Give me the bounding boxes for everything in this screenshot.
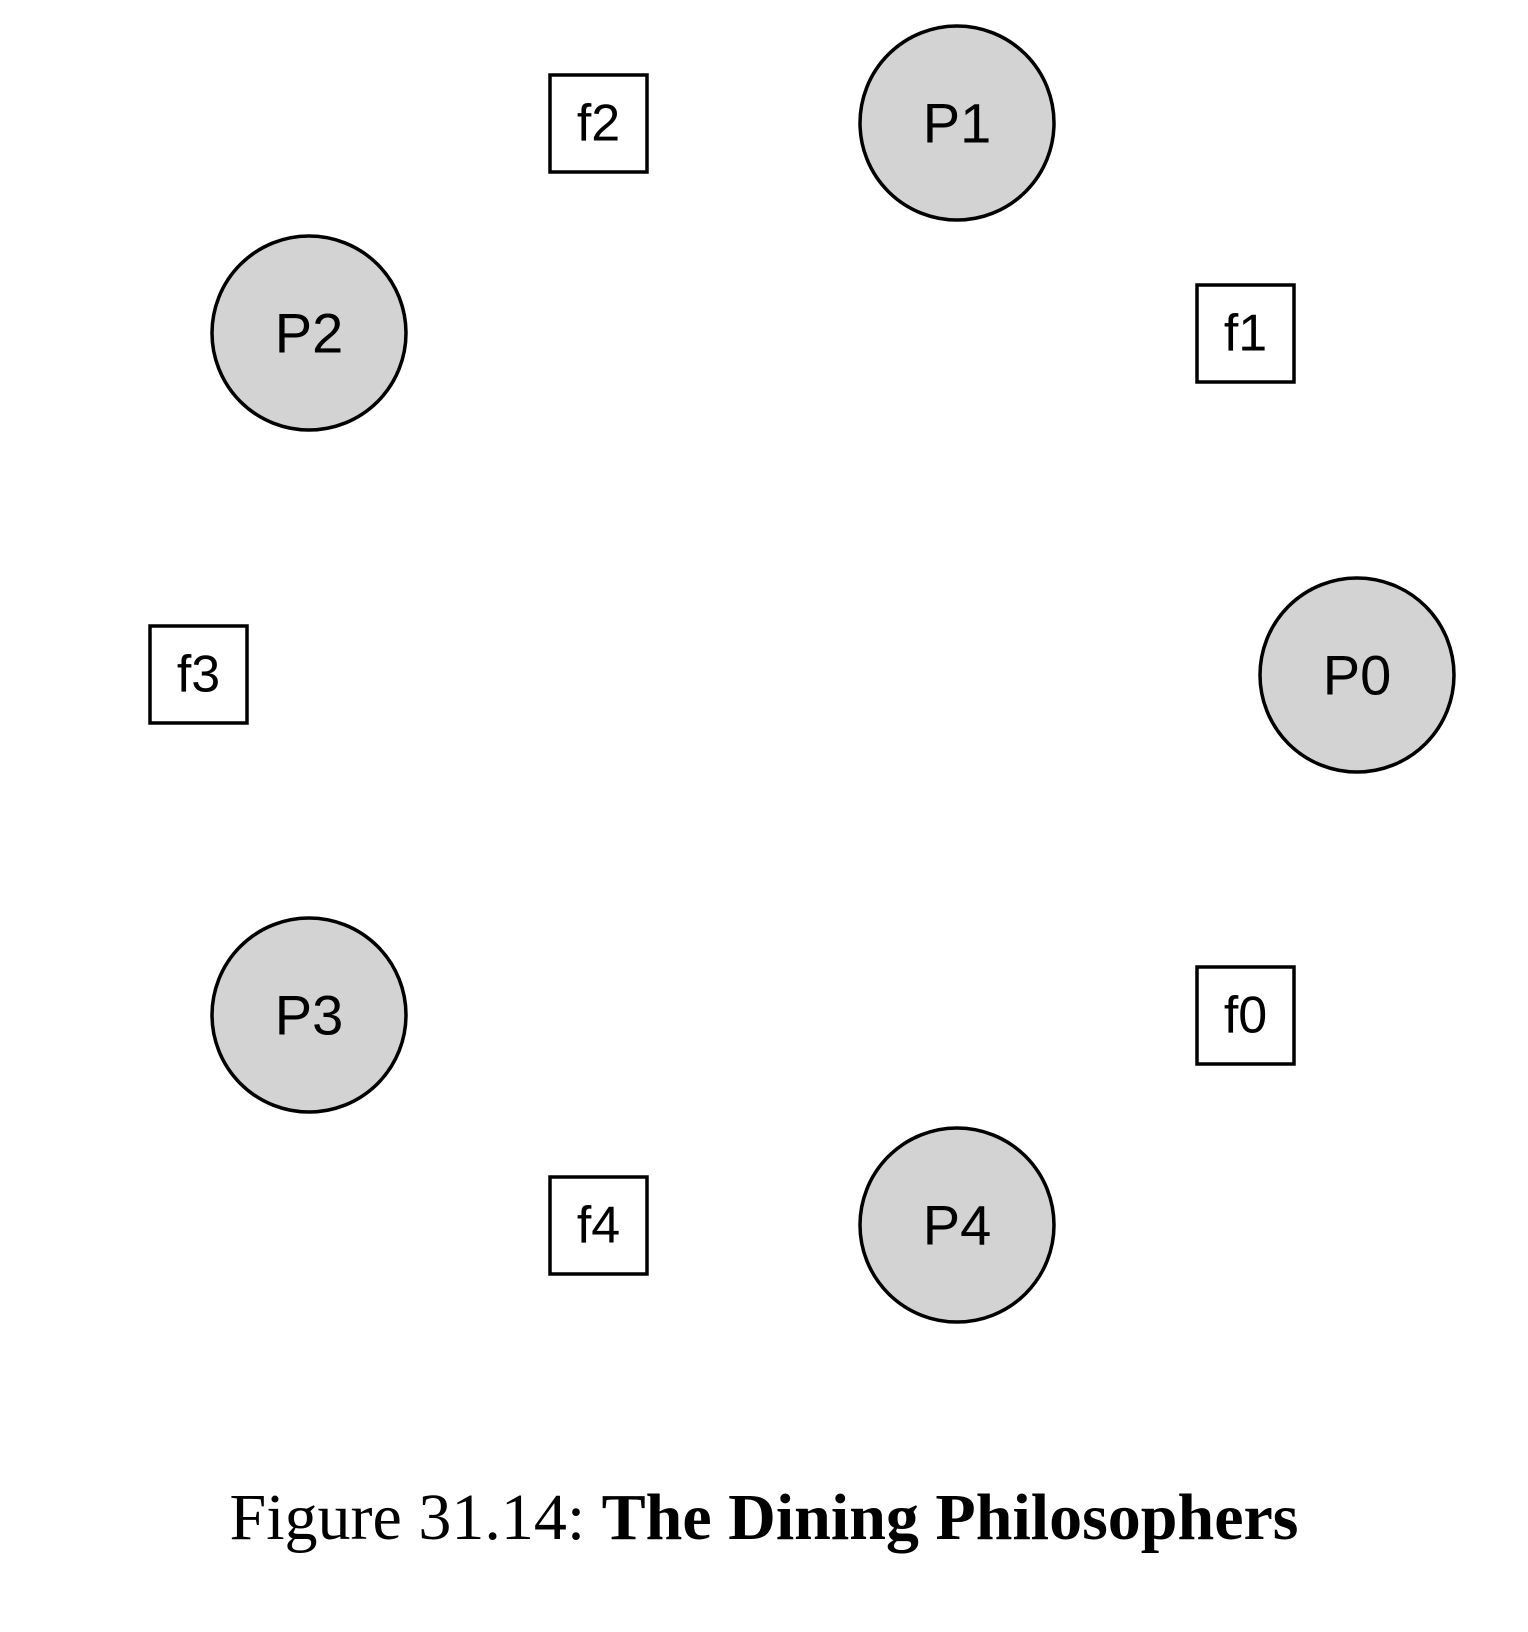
fork-f2: f2 — [548, 73, 649, 174]
fork-f1-label: f1 — [1224, 305, 1267, 363]
dining-philosophers-diagram: P0 P1 P2 P3 P4 f0 f1 f2 f3 f4 — [148, 24, 1456, 1324]
philosopher-p4-label: P4 — [923, 1194, 992, 1257]
philosopher-p3: P3 — [210, 916, 408, 1114]
philosopher-p1-label: P1 — [923, 92, 992, 155]
fork-f4-label: f4 — [577, 1197, 620, 1255]
fork-f1: f1 — [1195, 283, 1296, 384]
philosopher-p4: P4 — [858, 1126, 1056, 1324]
figure-caption-prefix: Figure 31.14: — [229, 1481, 602, 1554]
figure-caption: Figure 31.14: The Dining Philosophers — [0, 1480, 1528, 1556]
fork-f0-label: f0 — [1224, 987, 1267, 1045]
fork-f4: f4 — [548, 1175, 649, 1276]
philosopher-p2: P2 — [210, 234, 408, 432]
philosopher-p0: P0 — [1258, 576, 1456, 774]
fork-f3: f3 — [148, 624, 249, 725]
figure-caption-title: The Dining Philosophers — [601, 1481, 1299, 1554]
philosopher-p3-label: P3 — [275, 984, 344, 1047]
philosopher-p1: P1 — [858, 24, 1056, 222]
fork-f2-label: f2 — [577, 95, 620, 153]
philosopher-p2-label: P2 — [275, 302, 344, 365]
fork-f3-label: f3 — [177, 646, 220, 704]
fork-f0: f0 — [1195, 965, 1296, 1066]
philosopher-p0-label: P0 — [1323, 644, 1392, 707]
